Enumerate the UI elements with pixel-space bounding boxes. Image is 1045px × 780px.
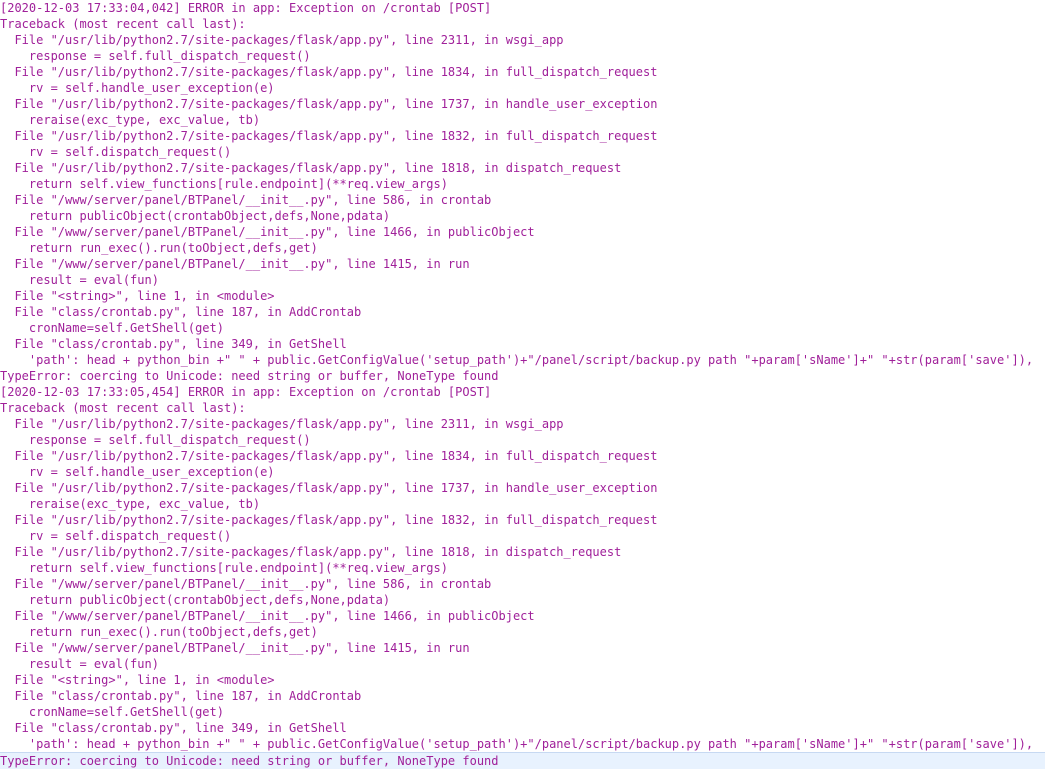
log-line: cronName=self.GetShell(get) [0,321,224,335]
log-line-current: TypeError: coercing to Unicode: need str… [0,752,1045,769]
log-line: File "<string>", line 1, in <module> [0,673,275,687]
log-line: File "/usr/lib/python2.7/site-packages/f… [0,417,564,431]
log-line: File "<string>", line 1, in <module> [0,289,275,303]
log-line: rv = self.handle_user_exception(e) [0,81,275,95]
log-line: rv = self.dispatch_request() [0,145,232,159]
log-line: response = self.full_dispatch_request() [0,433,311,447]
log-line: File "/www/server/panel/BTPanel/__init__… [0,257,470,271]
log-line: cronName=self.GetShell(get) [0,705,224,719]
log-line: rv = self.handle_user_exception(e) [0,465,275,479]
log-line: File "/usr/lib/python2.7/site-packages/f… [0,33,564,47]
log-line: return publicObject(crontabObject,defs,N… [0,209,391,223]
log-line: File "/www/server/panel/BTPanel/__init__… [0,577,492,591]
log-line: File "/www/server/panel/BTPanel/__init__… [0,641,470,655]
log-line: File "/usr/lib/python2.7/site-packages/f… [0,545,622,559]
log-line: Traceback (most recent call last): [0,401,246,415]
log-line: result = eval(fun) [0,657,159,671]
log-line: File "/usr/lib/python2.7/site-packages/f… [0,97,658,111]
log-line: File "/www/server/panel/BTPanel/__init__… [0,609,535,623]
log-line: File "class/crontab.py", line 187, in Ad… [0,689,362,703]
log-line: File "/usr/lib/python2.7/site-packages/f… [0,513,658,527]
log-line: return self.view_functions[rule.endpoint… [0,561,448,575]
log-line: File "/usr/lib/python2.7/site-packages/f… [0,65,658,79]
log-line: return self.view_functions[rule.endpoint… [0,177,448,191]
log-line: reraise(exc_type, exc_value, tb) [0,497,261,511]
log-line: return run_exec().run(toObject,defs,get) [0,241,318,255]
log-line: File "/usr/lib/python2.7/site-packages/f… [0,481,658,495]
log-line: [2020-12-03 17:33:04,042] ERROR in app: … [0,1,492,15]
log-line: File "class/crontab.py", line 349, in Ge… [0,721,347,735]
log-line: reraise(exc_type, exc_value, tb) [0,113,261,127]
log-line: File "/usr/lib/python2.7/site-packages/f… [0,161,622,175]
log-line: File "/www/server/panel/BTPanel/__init__… [0,193,492,207]
error-log-view[interactable]: [2020-12-03 17:33:04,042] ERROR in app: … [0,0,1045,780]
log-line: File "/www/server/panel/BTPanel/__init__… [0,225,535,239]
log-line: File "/usr/lib/python2.7/site-packages/f… [0,449,658,463]
log-line: 'path': head + python_bin +" " + public.… [0,353,1034,367]
log-line: response = self.full_dispatch_request() [0,49,311,63]
log-line: Traceback (most recent call last): [0,17,246,31]
log-line: File "class/crontab.py", line 187, in Ad… [0,305,362,319]
log-line: return run_exec().run(toObject,defs,get) [0,625,318,639]
log-line: [2020-12-03 17:33:05,454] ERROR in app: … [0,385,492,399]
log-line: rv = self.dispatch_request() [0,529,232,543]
log-line: TypeError: coercing to Unicode: need str… [0,369,499,383]
log-line: return publicObject(crontabObject,defs,N… [0,593,391,607]
log-line: result = eval(fun) [0,273,159,287]
log-line: File "/usr/lib/python2.7/site-packages/f… [0,129,658,143]
log-line: File "class/crontab.py", line 349, in Ge… [0,337,347,351]
log-line: 'path': head + python_bin +" " + public.… [0,737,1034,751]
